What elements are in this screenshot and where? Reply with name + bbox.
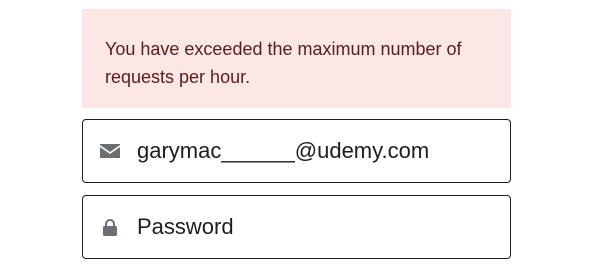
password-field[interactable]: [82, 195, 511, 259]
envelope-icon: [83, 144, 137, 158]
email-field[interactable]: [82, 119, 511, 183]
error-alert: You have exceeded the maximum number of …: [82, 9, 511, 108]
email-input[interactable]: [137, 138, 497, 164]
password-input[interactable]: [137, 214, 497, 240]
lock-icon: [83, 218, 137, 236]
error-message: You have exceeded the maximum number of …: [105, 39, 462, 87]
